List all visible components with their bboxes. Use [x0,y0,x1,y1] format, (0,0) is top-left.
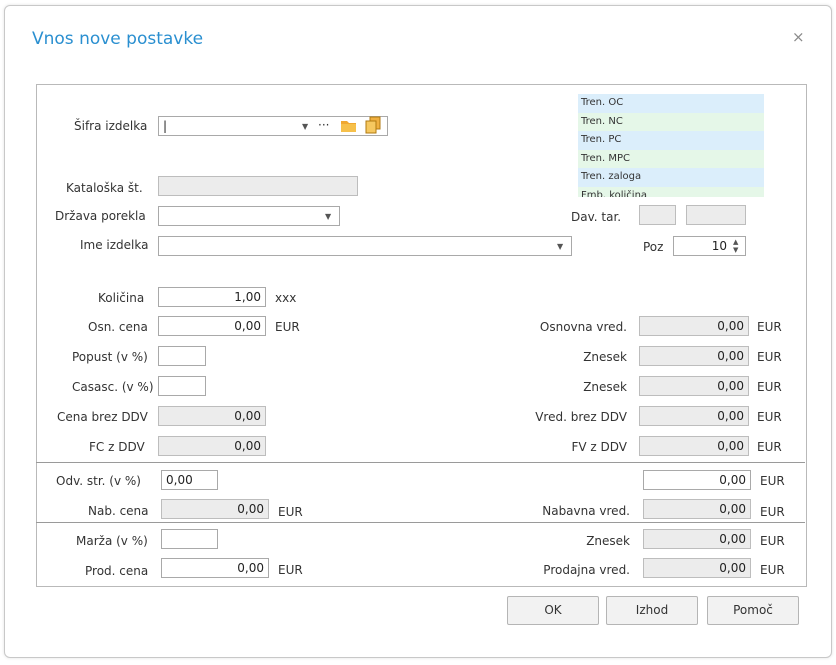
vredbrez-unit: EUR [757,410,782,424]
spin-down-icon[interactable]: ▼ [733,247,738,254]
davtar-input-2[interactable] [686,205,746,225]
info-item: Tren. OC [578,94,764,113]
kolicina-input[interactable]: 1,00 [158,287,266,307]
fvddv-input[interactable]: 0,00 [639,436,749,456]
znesek2-unit: EUR [757,380,782,394]
popust-input[interactable] [158,346,206,366]
nabcena-label: Nab. cena [88,504,149,518]
znesek1-unit: EUR [757,350,782,364]
odv-unit: EUR [760,474,785,488]
kolicina-label: Količina [98,291,145,305]
info-item: Tren. NC [578,112,764,131]
kolicina-unit: xxx [275,291,297,305]
nabcena-input[interactable]: 0,00 [161,499,269,519]
kataloska-input[interactable] [158,176,358,196]
cenabrez-input[interactable]: 0,00 [158,406,266,426]
osncena-input[interactable]: 0,00 [158,316,266,336]
prodvred-input[interactable]: 0,00 [643,558,751,578]
fcddv-input[interactable]: 0,00 [158,436,266,456]
odv-amount-input[interactable]: 0,00 [643,470,751,490]
casasc-label: Casasc. (v %) [72,380,154,394]
kataloska-label: Kataloška št. [66,181,143,195]
folder-icon[interactable] [340,118,358,134]
casasc-input[interactable] [158,376,206,396]
info-item: Tren. MPC [578,149,764,168]
odv-label: Odv. str. (v %) [56,474,141,488]
drzava-select[interactable] [158,206,340,226]
more-icon[interactable]: ··· [318,118,329,132]
znesek3-input[interactable]: 0,00 [643,529,751,549]
izhod-button[interactable]: Izhod [606,596,698,625]
fvddv-unit: EUR [757,440,782,454]
chevron-down-icon[interactable]: ▼ [557,242,563,251]
marza-label: Marža (v %) [76,534,148,548]
sifra-label: Šifra izdelka [74,119,148,133]
osnvred-label: Osnovna vred. [539,320,627,334]
znesek2-input[interactable]: 0,00 [639,376,749,396]
cenabrez-label: Cena brez DDV [57,410,148,424]
prodvred-unit: EUR [760,563,785,577]
prodcena-label: Prod. cena [85,564,149,578]
osncena-label: Osn. cena [88,320,148,334]
popust-label: Popust (v %) [72,350,148,364]
vredbrez-input[interactable]: 0,00 [639,406,749,426]
ime-select[interactable] [158,236,572,256]
osncena-unit: EUR [275,320,300,334]
drzava-label: Država porekla [55,209,146,223]
osnvred-input[interactable]: 0,00 [639,316,749,336]
znesek3-label: Znesek [586,534,630,548]
copy-icon[interactable] [364,116,382,134]
prodcena-unit: EUR [278,563,303,577]
info-item: Tren. PC [578,131,764,150]
davtar-input-1[interactable] [639,205,676,225]
prodcena-input[interactable]: 0,00 [161,558,269,578]
znesek1-label: Znesek [583,350,627,364]
fcddv-label: FC z DDV [89,440,145,454]
spin-up-icon[interactable]: ▲ [733,239,738,246]
chevron-down-icon[interactable]: ▼ [302,122,308,131]
znesek3-unit: EUR [760,534,785,548]
info-item: Fmb. količina [578,186,764,197]
info-list: Tren. OC Tren. NC Tren. PC Tren. MPC Tre… [578,94,764,197]
znesek2-label: Znesek [583,380,627,394]
znesek1-input[interactable]: 0,00 [639,346,749,366]
nabvred-label: Nabavna vred. [542,504,630,518]
osnvred-unit: EUR [757,320,782,334]
davtar-label: Dav. tar. [571,210,622,224]
fvddv-label: FV z DDV [571,440,627,454]
odv-input[interactable]: 0,00 [161,470,218,490]
nabcena-unit: EUR [278,505,303,519]
chevron-down-icon[interactable]: ▼ [325,212,331,221]
ime-label: Ime izdelka [80,238,149,252]
nabvred-unit: EUR [760,505,785,519]
dialog-title: Vnos nove postavke [32,29,204,49]
close-icon[interactable]: × [792,28,805,46]
pomoc-button[interactable]: Pomoč [707,596,799,625]
info-item: Tren. zaloga [578,168,764,187]
ok-button[interactable]: OK [507,596,599,625]
vredbrez-label: Vred. brez DDV [535,410,627,424]
marza-input[interactable] [161,529,218,549]
prodvred-label: Prodajna vred. [543,563,630,577]
separator [36,462,805,463]
nabvred-input[interactable]: 0,00 [643,499,751,519]
separator [36,522,805,523]
poz-label: Poz [643,240,664,254]
